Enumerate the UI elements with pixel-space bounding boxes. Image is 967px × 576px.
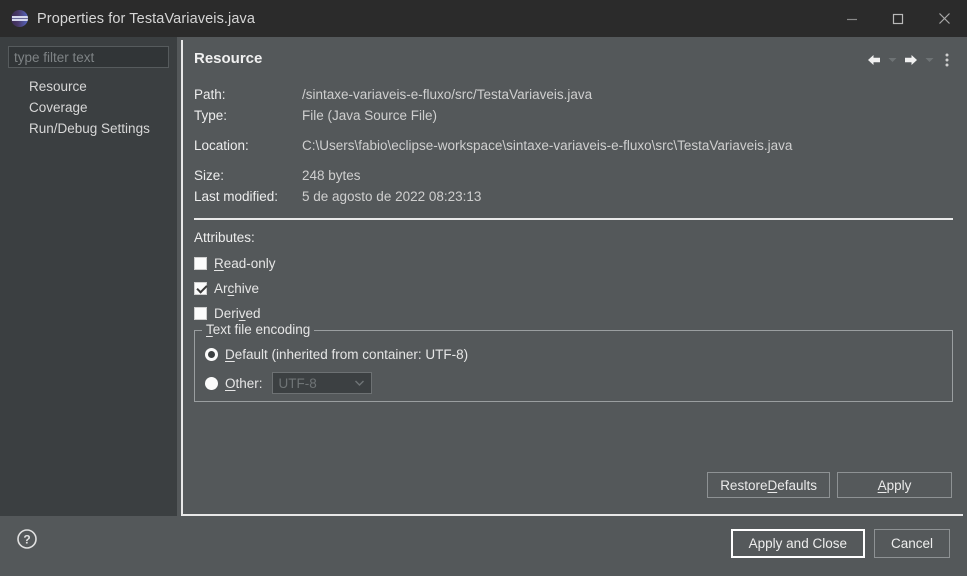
encoding-default-mnemonic: D [225,346,235,362]
encoding-combobox[interactable]: UTF-8 [271,372,372,394]
field-label-last-modified: Last modified: [194,189,279,204]
encoding-combobox-value: UTF-8 [278,375,317,391]
resource-fields: Path: /sintaxe-variaveis-e-fluxo/src/Tes… [194,87,792,210]
window-controls [829,0,967,37]
field-label-location: Location: [194,138,249,153]
sidebar-item-coverage[interactable]: Coverage [0,97,177,118]
help-icon: ? [17,529,37,549]
section-separator [194,218,953,220]
encoding-default-label-post: efault (inherited from container: UTF-8) [234,346,469,362]
read-only-mnemonic: R [214,256,224,271]
field-row-path: Path: /sintaxe-variaveis-e-fluxo/src/Tes… [194,87,792,108]
field-value-last-modified: 5 de agosto de 2022 08:23:13 [302,189,482,204]
help-button[interactable]: ? [16,528,38,550]
settings-sidebar: type filter text Resource Coverage Run/D… [0,37,177,516]
restore-defaults-mnemonic: D [767,477,778,493]
back-button[interactable] [863,49,885,71]
attributes-title: Attributes: [194,230,255,245]
minimize-icon [847,18,857,20]
encoding-combobox-arrow[interactable] [349,373,371,393]
text-file-encoding-group: Text file encoding Default (inherited fr… [194,322,953,402]
chevron-down-icon [888,58,897,62]
more-vertical-icon [945,53,949,67]
derived-label-pre: Deri [214,306,239,321]
apply-and-close-button[interactable]: Apply and Close [730,529,865,558]
encoding-other-radio[interactable] [205,376,218,390]
field-label-size: Size: [194,168,225,183]
chevron-down-icon [355,380,365,386]
page-title: Resource [194,50,263,67]
encoding-legend-mnemonic: T [206,322,213,337]
maximize-button[interactable] [875,0,921,37]
encoding-other-row[interactable]: Other: UTF-8 [205,370,372,396]
read-only-label: Read-only [214,256,276,271]
field-row-last-modified: Last modified: 5 de agosto de 2022 08:23… [194,189,792,210]
encoding-default-label: Default (inherited from container: UTF-8… [225,347,468,362]
archive-label: Archive [214,281,259,296]
apply-label-post: pply [886,477,912,493]
eclipse-icon [11,10,28,27]
minimize-button[interactable] [829,0,875,37]
restore-defaults-label-pre: Restore [720,477,768,493]
footer-action-buttons: Apply and Close Cancel [730,529,950,558]
archive-checkbox[interactable] [194,282,207,295]
field-value-type: File (Java Source File) [302,108,438,123]
window-title: Properties for TestaVariaveis.java [37,10,256,27]
restore-defaults-label-post: efaults [777,477,817,493]
field-label-type: Type: [194,108,228,123]
chevron-down-icon [925,58,934,62]
encoding-other-label: Other: [225,376,263,391]
forward-button[interactable] [900,49,922,71]
derived-mnemonic: v [238,306,246,321]
field-row-type: Type: File (Java Source File) [194,108,792,129]
field-row-location: Location: C:\Users\fabio\eclipse-workspa… [194,138,792,159]
window-titlebar: Properties for TestaVariaveis.java [0,0,967,37]
attribute-archive[interactable]: Archive [194,276,276,301]
resource-properties-panel: Resource Path: /sintaxe-variaveis-e-flux… [181,40,963,516]
close-button[interactable] [921,0,967,37]
attributes-section: Attributes: Read-only Archive Derived [194,230,276,326]
field-value-path: /sintaxe-variaveis-e-fluxo/src/TestaVari… [302,87,593,102]
more-options-button[interactable] [937,49,957,71]
sidebar-item-resource[interactable]: Resource [0,76,177,97]
archive-label-pre: Ar [214,281,228,296]
field-value-size: 248 bytes [302,168,361,183]
cancel-button[interactable]: Cancel [873,529,950,558]
field-label-path: Path: [194,87,226,102]
apply-mnemonic: A [877,477,887,493]
content-header: Resource [183,40,963,78]
dialog-footer: ? Apply and Close Cancel [0,516,967,576]
read-only-label-post: ead-only [223,256,276,271]
content-toolbar [863,49,957,71]
forward-history-button[interactable] [922,49,937,71]
attribute-read-only[interactable]: Read-only [194,251,276,276]
filter-input-placeholder: type filter text [14,49,95,65]
field-value-location: C:\Users\fabio\eclipse-workspace\sintaxe… [302,138,793,153]
encoding-default-row[interactable]: Default (inherited from container: UTF-8… [205,341,468,367]
archive-label-post: hive [234,281,260,296]
back-history-button[interactable] [885,49,900,71]
filter-input-wrapper[interactable]: type filter text [8,46,169,68]
encoding-legend-post: ext file encoding [212,322,311,337]
encoding-other-mnemonic: O [225,375,236,391]
close-icon [938,13,950,24]
forward-arrow-icon [905,55,917,65]
settings-tree: Resource Coverage Run/Debug Settings [0,76,177,139]
apply-button[interactable]: Apply [837,472,952,498]
sidebar-item-run-debug-settings[interactable]: Run/Debug Settings [0,118,177,139]
encoding-default-radio[interactable] [205,347,218,361]
back-arrow-icon [868,55,880,65]
read-only-checkbox[interactable] [194,257,207,270]
derived-label-post: ed [245,306,261,321]
panel-action-buttons: Restore Defaults Apply [707,472,952,498]
svg-text:?: ? [23,533,30,547]
derived-checkbox[interactable] [194,307,207,320]
field-row-size: Size: 248 bytes [194,168,792,189]
encoding-group-legend: Text file encoding [202,322,315,337]
maximize-icon [892,13,904,24]
restore-defaults-button[interactable]: Restore Defaults [707,472,830,498]
derived-label: Derived [214,306,261,321]
encoding-other-label-post: ther: [235,375,263,391]
